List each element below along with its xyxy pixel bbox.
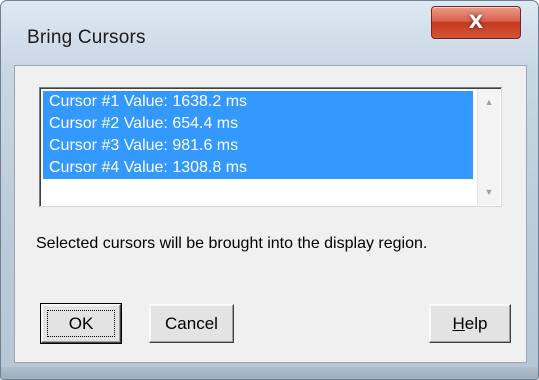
dialog-title: Bring Cursors — [27, 27, 146, 48]
cancel-button-label: Cancel — [165, 314, 218, 333]
help-button-label: elp — [464, 314, 488, 333]
vertical-scrollbar[interactable]: ▲ ▼ — [477, 89, 500, 205]
bring-cursors-dialog: Bring Cursors X Cursor #1 Value: 1638.2 … — [0, 0, 539, 380]
cancel-button[interactable]: Cancel — [149, 304, 234, 343]
scroll-down-icon[interactable]: ▼ — [478, 181, 500, 203]
ok-button[interactable]: OK — [40, 303, 122, 344]
list-item-cursor-3[interactable]: Cursor #3 Value: 981.6 ms — [43, 135, 473, 157]
cursor-list: Cursor #1 Value: 1638.2 ms Cursor #2 Val… — [43, 91, 473, 179]
list-item-cursor-1[interactable]: Cursor #1 Value: 1638.2 ms — [43, 91, 473, 113]
focus-rectangle — [47, 310, 115, 337]
list-item-cursor-2[interactable]: Cursor #2 Value: 654.4 ms — [43, 113, 473, 135]
help-button[interactable]: Help — [429, 304, 511, 343]
help-mnemonic: H — [452, 314, 465, 333]
scroll-up-icon[interactable]: ▲ — [478, 91, 500, 113]
list-item-cursor-4[interactable]: Cursor #4 Value: 1308.8 ms — [43, 157, 473, 179]
title-bar[interactable]: Bring Cursors X — [1, 1, 538, 65]
close-icon: X — [468, 11, 484, 33]
info-message: Selected cursors will be brought into th… — [36, 235, 428, 252]
dialog-client-area: Cursor #1 Value: 1638.2 ms Cursor #2 Val… — [14, 65, 527, 363]
cursor-listbox[interactable]: Cursor #1 Value: 1638.2 ms Cursor #2 Val… — [39, 87, 502, 207]
close-button[interactable]: X — [431, 6, 521, 39]
